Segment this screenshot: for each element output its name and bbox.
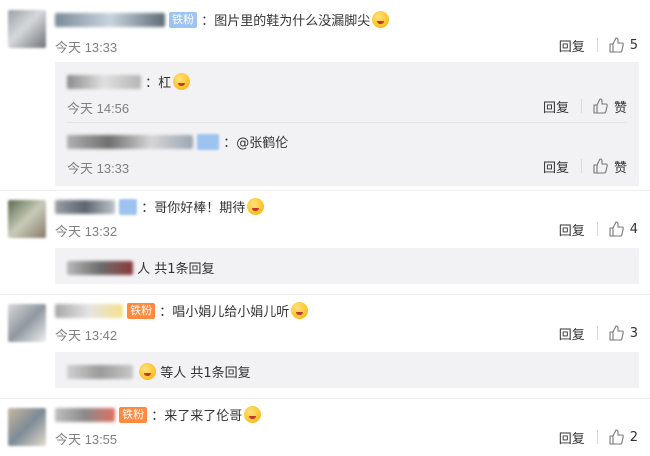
username-blurred[interactable] xyxy=(55,12,165,27)
avatar[interactable] xyxy=(8,408,46,446)
like-count: 3 xyxy=(629,325,638,341)
emoji-icon xyxy=(244,406,262,423)
thumbs-up-icon[interactable] xyxy=(608,325,624,341)
reply-actions: 回复 赞 xyxy=(543,97,627,116)
reply-button[interactable]: 回复 xyxy=(559,36,585,55)
thumbs-up-icon[interactable] xyxy=(592,158,608,174)
badge-blurred xyxy=(119,198,138,215)
emoji-icon xyxy=(247,198,265,215)
reply-item: ：@张鹤伦 今天 13:33 回复 赞 xyxy=(55,124,639,182)
comment-time: 今天 13:32 xyxy=(55,224,118,239)
username-blurred[interactable] xyxy=(55,407,115,422)
thumbs-up-icon[interactable] xyxy=(608,37,624,53)
more-replies[interactable]: 等人 共1条回复 xyxy=(55,352,639,388)
reply-actions: 回复 赞 xyxy=(543,157,627,176)
divider xyxy=(596,430,598,444)
badge-blurred xyxy=(197,133,220,150)
avatar[interactable] xyxy=(8,304,46,342)
comment-text: ：唱小娟儿给小娟儿听 xyxy=(159,305,290,320)
fan-badge: 铁粉 xyxy=(127,302,156,319)
thumbs-up-emoji-icon xyxy=(173,73,191,90)
fan-badge: 铁粉 xyxy=(119,406,148,423)
reply-button[interactable]: 回复 xyxy=(559,220,585,239)
more-replies-text[interactable]: 等人 共1条回复 xyxy=(160,366,250,381)
like-label[interactable]: 赞 xyxy=(614,97,627,116)
divider xyxy=(596,38,598,52)
thumbs-up-icon[interactable] xyxy=(608,429,624,445)
more-replies-line: 人 共1条回复 xyxy=(67,258,215,277)
emoji-icon xyxy=(139,363,157,380)
divider xyxy=(596,326,598,340)
comment-actions: 回复 3 xyxy=(559,324,638,343)
username-blurred xyxy=(67,260,133,275)
like-count: 4 xyxy=(629,221,638,237)
reply-list: ：杠 今天 14:56 回复 赞 ：@张鹤伦 今天 13:33 回复 赞 xyxy=(55,62,639,186)
reply-button[interactable]: 回复 xyxy=(559,428,585,447)
more-replies-text[interactable]: 人 共1条回复 xyxy=(137,262,214,277)
reply-text: ：@张鹤伦 xyxy=(223,136,289,151)
comment-time: 今天 13:42 xyxy=(55,328,118,343)
reply-button[interactable]: 回复 xyxy=(543,97,569,116)
like-count: 2 xyxy=(629,429,638,445)
username-blurred[interactable] xyxy=(67,74,141,89)
comment-line: 铁粉 ：来了来了伦哥 xyxy=(55,405,262,424)
comment-separator xyxy=(0,190,650,191)
reply-divider xyxy=(67,122,627,123)
comment-line: 铁粉 ：图片里的鞋为什么没漏脚尖 xyxy=(55,10,390,29)
comment-text: ：图片里的鞋为什么没漏脚尖 xyxy=(201,14,371,29)
comment-time: 今天 13:33 xyxy=(55,40,118,55)
more-replies-line: 等人 共1条回复 xyxy=(67,362,251,381)
comment-separator xyxy=(0,294,650,295)
thumbs-up-icon[interactable] xyxy=(608,221,624,237)
reply-button[interactable]: 回复 xyxy=(543,157,569,176)
reply-time: 今天 14:56 xyxy=(67,101,130,116)
reply-line: ：杠 xyxy=(67,72,191,91)
divider xyxy=(580,99,582,113)
comment-actions: 回复 2 xyxy=(559,428,638,447)
more-replies[interactable]: 人 共1条回复 xyxy=(55,248,639,284)
emoji-icon xyxy=(291,302,309,319)
fan-badge: 铁粉 xyxy=(169,11,198,28)
username-blurred[interactable] xyxy=(67,134,193,149)
comment-text: ：哥你好棒！期待 xyxy=(141,201,246,216)
username-blurred[interactable] xyxy=(55,303,123,318)
username-blurred[interactable] xyxy=(55,199,115,214)
comment-line: ：哥你好棒！期待 xyxy=(55,197,265,216)
avatar[interactable] xyxy=(8,200,46,238)
divider xyxy=(596,222,598,236)
reply-item: ：杠 今天 14:56 回复 赞 xyxy=(55,62,639,120)
reply-text: ：杠 xyxy=(145,76,172,91)
reply-time: 今天 13:33 xyxy=(67,161,130,176)
comment-time: 今天 13:55 xyxy=(55,432,118,447)
thumbs-up-icon[interactable] xyxy=(592,98,608,114)
reply-button[interactable]: 回复 xyxy=(559,324,585,343)
username-blurred xyxy=(67,364,133,379)
like-count: 5 xyxy=(629,37,638,53)
emoji-icon xyxy=(372,11,390,28)
comment-line: 铁粉 ：唱小娟儿给小娟儿听 xyxy=(55,301,309,320)
reply-line: ：@张鹤伦 xyxy=(67,132,288,151)
comment-actions: 回复 5 xyxy=(559,36,638,55)
comment-separator xyxy=(0,398,650,399)
comment-actions: 回复 4 xyxy=(559,220,638,239)
like-label[interactable]: 赞 xyxy=(614,157,627,176)
divider xyxy=(580,159,582,173)
avatar[interactable] xyxy=(8,10,46,48)
comment-text: ：来了来了伦哥 xyxy=(151,409,243,424)
